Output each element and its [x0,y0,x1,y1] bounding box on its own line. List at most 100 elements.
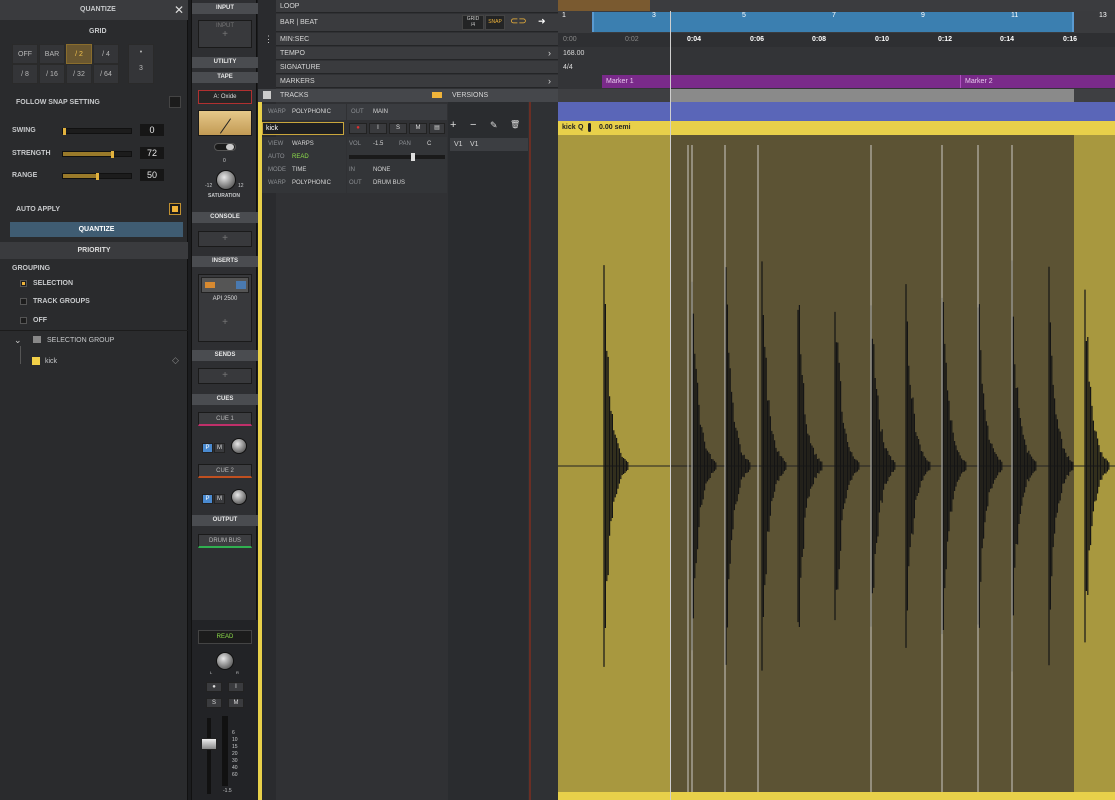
saturation-knob[interactable] [216,170,236,190]
markers-row[interactable]: MARKERS › [276,75,558,88]
min-sec-row[interactable]: MIN:SEC [276,33,558,46]
out2-value[interactable]: DRUM BUS [373,180,405,186]
pan-knob[interactable] [216,652,234,670]
trash-icon[interactable]: 🗑 [510,120,524,132]
track-options-icon[interactable]: ▤ [429,123,445,134]
tempo-lane[interactable]: 168.00 [558,47,1115,61]
chevron-down-icon[interactable]: ⌄ [14,335,22,346]
playhead[interactable] [670,11,671,800]
fader-handle[interactable] [201,738,217,750]
more-icon[interactable]: ⋮ [264,38,273,41]
range-slider[interactable] [62,173,132,179]
cue2-p-button[interactable]: P [202,494,213,504]
record-button[interactable]: ● [206,682,222,692]
cue2-button[interactable]: CUE 2 [198,464,252,478]
tracks-toggle-icon[interactable] [432,92,442,98]
strength-slider[interactable] [62,151,132,157]
volume-slider[interactable] [349,155,445,159]
tempo-expand-icon[interactable]: › [548,48,551,58]
track-name-field[interactable]: kick [262,122,344,135]
mode-value[interactable]: TIME [292,167,306,173]
vol-value[interactable]: -1.5 [373,141,383,147]
output-button[interactable]: DRUM BUS [198,534,252,548]
swing-slider[interactable] [62,128,132,134]
signature-lane[interactable]: 4/4 [558,61,1115,75]
grid-button-0-0[interactable]: OFF [12,44,38,64]
range-value[interactable]: 50 [140,169,164,181]
audio-clip[interactable] [558,135,1115,792]
in-value[interactable]: NONE [373,167,390,173]
track-solo-button[interactable]: S [389,123,407,134]
grid-button-0-1[interactable]: BAR [39,44,65,64]
track-mute-button[interactable]: M [409,123,427,134]
bar-beat-row[interactable]: BAR | BEAT GRID/4 SNAP ⊂⊃ ➜ [276,14,558,32]
track-input-button[interactable]: I [369,123,387,134]
tempo-row[interactable]: TEMPO › [276,47,558,60]
grid-button-1-1[interactable]: / 16 [39,64,65,84]
track-record-button[interactable]: ● [349,123,367,134]
warp-field[interactable]: WARP POLYPHONIC [262,104,346,120]
grid-button-1-2[interactable]: / 32 [66,64,92,84]
strength-value[interactable]: 72 [140,147,164,159]
dot-triplet-button[interactable]: • 3 [128,44,154,84]
close-icon[interactable]: ✕ [174,3,184,17]
auto-value[interactable]: READ [292,154,309,160]
output-header: OUTPUT [192,515,258,526]
grid-button[interactable]: GRID/4 [462,15,484,30]
clip-header[interactable]: kick Q 0.00 semi [558,121,1115,135]
snap-button[interactable]: SNAP [485,15,505,30]
sends-add-button[interactable]: + [198,368,252,384]
input-box[interactable]: INPUT + [198,20,252,48]
grid-button-1-0[interactable]: / 8 [12,64,38,84]
cue1-m-button[interactable]: M [214,443,225,453]
markers-expand-icon[interactable]: › [548,76,551,86]
cue1-knob[interactable] [231,438,247,454]
pan-value[interactable]: C [427,141,431,147]
cue2-knob[interactable] [231,489,247,505]
grouping-track-groups-radio[interactable] [20,298,27,305]
warp2-value[interactable]: POLYPHONIC [292,180,331,186]
tracks-list-icon[interactable] [263,91,271,99]
swing-value[interactable]: 0 [140,124,164,136]
console-add-button[interactable]: + [198,231,252,247]
tape-toggle[interactable] [214,143,236,151]
grouping-selection-radio[interactable] [20,280,27,287]
follow-snap-checkbox[interactable] [169,96,181,108]
auto-apply-checkbox[interactable] [169,203,181,215]
input-monitor-button[interactable]: I [228,682,244,692]
cue1-p-button[interactable]: P [202,443,213,453]
loop-lane[interactable] [558,0,1115,11]
grouping-off-radio[interactable] [20,317,27,324]
fader-value[interactable]: -1.5 [223,788,232,794]
marker-lane[interactable]: Marker 1 Marker 2 [558,75,1115,89]
warp-value: POLYPHONIC [292,109,331,115]
quantize-button[interactable]: QUANTIZE [10,222,183,237]
signature-row[interactable]: SIGNATURE [276,61,558,74]
arrow-right-icon[interactable]: ➜ [538,16,552,28]
mute-button[interactable]: M [228,698,244,708]
loop-row[interactable]: LOOP [276,0,558,13]
grid-button-0-3[interactable]: / 4 [93,44,119,64]
cue1-button[interactable]: CUE 1 [198,412,252,426]
marker-2[interactable]: Marker 2 [960,75,1115,88]
tape-plugin[interactable]: A: Oxide [198,90,252,104]
group-item-kick[interactable]: kick [45,358,57,365]
solo-button[interactable]: S [206,698,222,708]
bar-ruler[interactable] [558,11,1115,33]
add-version-icon[interactable]: + [450,120,464,132]
grid-button-1-3[interactable]: / 64 [93,64,119,84]
diamond-icon[interactable]: ◇ [172,355,179,366]
automation-read-button[interactable]: READ [198,630,252,644]
grid-button-0-2[interactable]: / 2 [66,44,92,64]
minus-icon[interactable]: − [470,120,484,132]
version-row[interactable]: V1 V1 [450,138,528,151]
api-2500-thumb[interactable] [201,277,249,293]
view-value[interactable]: WARPS [292,141,314,147]
link-icon[interactable]: ⊂⊃ [510,16,524,28]
out-field[interactable]: OUT MAIN [347,104,447,120]
insert-add-icon[interactable]: + [199,317,251,328]
priority-header[interactable]: PRIORITY [0,242,188,259]
pencil-icon[interactable]: ✎ [490,120,504,132]
cue2-m-button[interactable]: M [214,494,225,504]
time-ruler[interactable] [558,33,1115,47]
